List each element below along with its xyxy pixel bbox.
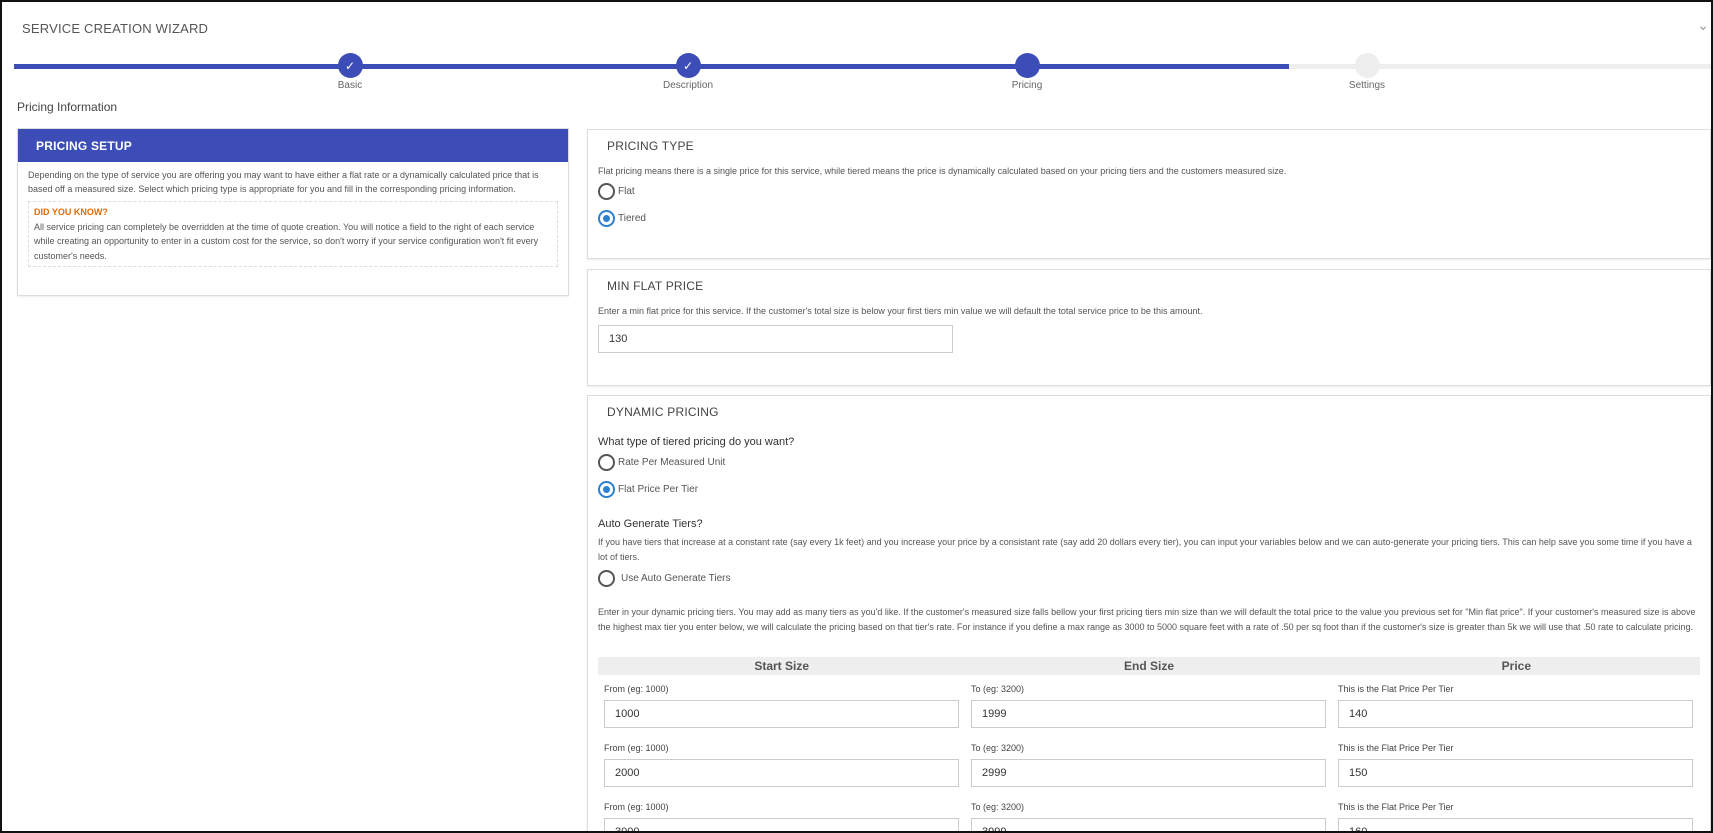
min-flat-price-description: Enter a min flat price for this service.… [598, 306, 1203, 316]
to-label: To (eg: 3200) [971, 802, 1025, 812]
column-header-start-size: Start Size [754, 659, 809, 673]
tier-price-input[interactable]: 160 [1338, 818, 1693, 831]
min-flat-price-input[interactable]: 130 [598, 325, 953, 353]
pricing-setup-text: Depending on the type of service you are… [28, 170, 539, 194]
radio-button[interactable] [598, 183, 615, 200]
step-current-dot [1014, 53, 1040, 78]
to-label: To (eg: 3200) [971, 684, 1025, 694]
column-header-price: Price [1501, 659, 1531, 673]
chevron-down-icon[interactable]: ⌄ [1697, 17, 1709, 34]
radio-tiered[interactable]: Tiered [598, 210, 646, 227]
section-title: Pricing Information [17, 100, 118, 114]
auto-generate-title: Auto Generate Tiers? [598, 518, 703, 530]
tier-start-input[interactable]: 2000 [604, 759, 959, 787]
check-icon: ✓ [337, 53, 363, 78]
tier-price-input[interactable]: 150 [1338, 759, 1693, 787]
pricing-type-header: PRICING TYPE [607, 139, 694, 153]
step-settings[interactable]: Settings [1307, 53, 1427, 91]
tier-table-header: Start Size End Size Price [598, 657, 1700, 675]
tiers-description: Enter in your dynamic pricing tiers. You… [598, 607, 1696, 632]
tier-end-input[interactable]: 1999 [971, 700, 1326, 728]
dynamic-pricing-card: DYNAMIC PRICING What type of tiered pric… [587, 395, 1711, 831]
tier-start-input[interactable]: 3000 [604, 818, 959, 831]
radio-use-auto-generate-tiers[interactable]: Use Auto Generate Tiers [598, 570, 731, 587]
radio-button[interactable] [598, 481, 615, 498]
did-you-know-box: DID YOU KNOW? All service pricing can co… [28, 201, 558, 267]
step-upcoming-dot [1354, 53, 1380, 78]
step-label: Settings [1348, 80, 1386, 91]
service-creation-wizard: SERVICE CREATION WIZARD ⌄ ✓ Basic ✓ Desc… [0, 0, 1713, 833]
to-label: To (eg: 3200) [971, 743, 1025, 753]
tier-price-input[interactable]: 140 [1338, 700, 1693, 728]
min-flat-price-header: MIN FLAT PRICE [607, 279, 704, 293]
price-label: This is the Flat Price Per Tier [1338, 684, 1454, 694]
radio-label: Flat [618, 186, 635, 197]
tier-start-input[interactable]: 1000 [604, 700, 959, 728]
radio-flat-price-per-tier[interactable]: Flat Price Per Tier [598, 481, 698, 498]
radio-button[interactable] [598, 454, 615, 471]
radio-label: Rate Per Measured Unit [618, 457, 726, 468]
step-description[interactable]: ✓ Description [628, 53, 748, 91]
radio-label: Use Auto Generate Tiers [621, 573, 731, 584]
tiered-pricing-question: What type of tiered pricing do you want? [598, 436, 795, 448]
step-label: Description [662, 80, 714, 91]
step-label: Basic [337, 80, 363, 91]
did-you-know-title: DID YOU KNOW? [34, 207, 108, 217]
min-flat-price-card: MIN FLAT PRICE Enter a min flat price fo… [587, 269, 1711, 386]
pricing-setup-header: PRICING SETUP [18, 129, 568, 162]
tier-end-input[interactable]: 3999 [971, 818, 1326, 831]
from-label: From (eg: 1000) [604, 684, 669, 694]
radio-button[interactable] [598, 570, 615, 587]
dynamic-pricing-header: DYNAMIC PRICING [607, 405, 719, 419]
radio-flat[interactable]: Flat [598, 183, 635, 200]
did-you-know-text: All service pricing can completely be ov… [34, 221, 539, 261]
wizard-title: SERVICE CREATION WIZARD [22, 21, 209, 36]
price-label: This is the Flat Price Per Tier [1338, 802, 1454, 812]
from-label: From (eg: 1000) [604, 802, 669, 812]
radio-label: Tiered [618, 213, 646, 224]
column-header-end-size: End Size [1123, 659, 1174, 673]
pricing-type-description: Flat pricing means there is a single pri… [598, 166, 1287, 176]
radio-label: Flat Price Per Tier [618, 484, 699, 495]
pricing-type-card: PRICING TYPE Flat pricing means there is… [587, 129, 1711, 259]
auto-generate-description: If you have tiers that increase at a con… [598, 537, 1692, 562]
radio-rate-per-measured-unit[interactable]: Rate Per Measured Unit [598, 454, 725, 471]
pricing-setup-card: PRICING SETUP Depending on the type of s… [17, 128, 569, 296]
tier-end-input[interactable]: 2999 [971, 759, 1326, 787]
from-label: From (eg: 1000) [604, 743, 669, 753]
price-label: This is the Flat Price Per Tier [1338, 743, 1454, 753]
radio-button[interactable] [598, 210, 615, 227]
step-label: Pricing [1011, 80, 1043, 91]
step-pricing[interactable]: Pricing [967, 53, 1087, 91]
step-basic[interactable]: ✓ Basic [290, 53, 410, 91]
check-icon: ✓ [675, 53, 701, 78]
